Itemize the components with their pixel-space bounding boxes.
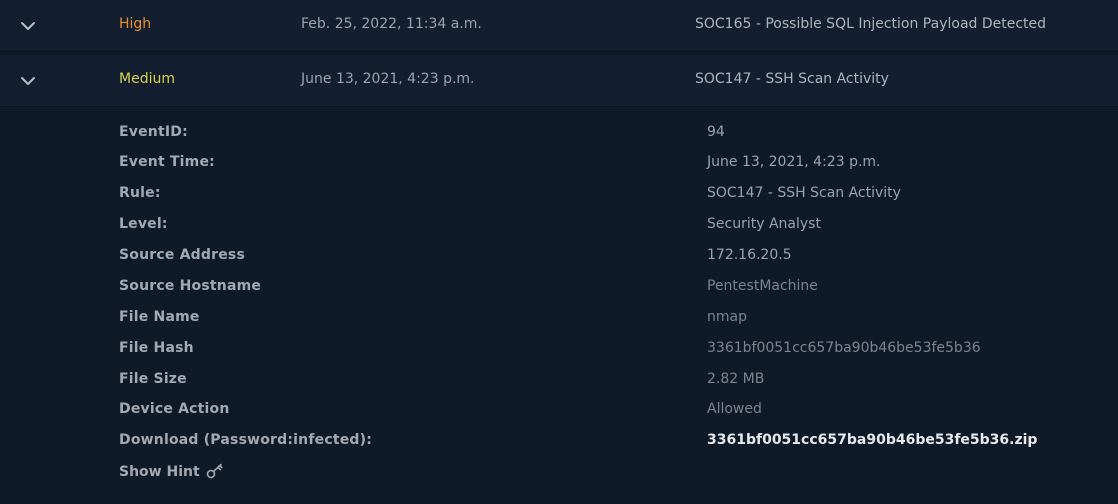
detail-row-source-hostname: Source Hostname PentestMachine <box>0 278 1118 300</box>
detail-value: 3361bf0051cc657ba90b46be53fe5b36 <box>707 340 981 356</box>
chevron-down-icon[interactable] <box>20 18 36 34</box>
alert-date: Feb. 25, 2022, 11:34 a.m. <box>301 16 482 32</box>
detail-value: PentestMachine <box>707 278 818 294</box>
detail-row-level: Level: Security Analyst <box>0 216 1118 238</box>
detail-value: Security Analyst <box>707 216 821 232</box>
alert-date: June 13, 2021, 4:23 p.m. <box>301 71 475 87</box>
detail-row-source-address: Source Address 172.16.20.5 <box>0 247 1118 269</box>
severity-badge: High <box>119 16 152 32</box>
alert-rule[interactable]: SOC147 - SSH Scan Activity <box>695 71 889 87</box>
detail-label: Download (Password:infected): <box>119 432 373 448</box>
detail-row-file-size: File Size 2.82 MB <box>0 371 1118 393</box>
alert-details-panel: EventID: 94 Event Time: June 13, 2021, 4… <box>0 108 1118 504</box>
detail-value: Allowed <box>707 401 762 417</box>
severity-badge: Medium <box>119 71 175 87</box>
detail-label: Device Action <box>119 401 230 417</box>
detail-label: Rule: <box>119 185 161 201</box>
alert-rule[interactable]: SOC165 - Possible SQL Injection Payload … <box>695 16 1046 32</box>
detail-label: EventID: <box>119 124 188 140</box>
detail-label: Source Address <box>119 247 245 263</box>
detail-row-file-hash: File Hash 3361bf0051cc657ba90b46be53fe5b… <box>0 340 1118 362</box>
key-icon <box>206 463 223 479</box>
alert-row[interactable]: High Feb. 25, 2022, 11:34 a.m. SOC165 - … <box>0 0 1118 52</box>
detail-value: June 13, 2021, 4:23 p.m. <box>707 154 881 170</box>
show-hint-button[interactable]: Show Hint <box>119 463 224 480</box>
detail-row-download: Download (Password:infected): 3361bf0051… <box>0 432 1118 454</box>
detail-value: 172.16.20.5 <box>707 247 792 263</box>
alert-list: High Feb. 25, 2022, 11:34 a.m. SOC165 - … <box>0 0 1118 504</box>
detail-value: 2.82 MB <box>707 371 765 387</box>
alert-row[interactable]: Medium June 13, 2021, 4:23 p.m. SOC147 -… <box>0 55 1118 107</box>
detail-label: Event Time: <box>119 154 215 170</box>
detail-label: File Hash <box>119 340 194 356</box>
detail-row-rule: Rule: SOC147 - SSH Scan Activity <box>0 185 1118 207</box>
detail-label: File Size <box>119 371 187 387</box>
download-link[interactable]: 3361bf0051cc657ba90b46be53fe5b36.zip <box>707 432 1037 448</box>
detail-value: 94 <box>707 124 725 140</box>
show-hint-label: Show Hint <box>119 464 200 480</box>
detail-row-event-id: EventID: 94 <box>0 124 1118 146</box>
chevron-down-icon[interactable] <box>20 73 36 89</box>
detail-row-event-time: Event Time: June 13, 2021, 4:23 p.m. <box>0 154 1118 176</box>
detail-value: nmap <box>707 309 747 325</box>
detail-label: File Name <box>119 309 200 325</box>
detail-value: SOC147 - SSH Scan Activity <box>707 185 901 201</box>
detail-row-file-name: File Name nmap <box>0 309 1118 331</box>
detail-label: Level: <box>119 216 168 232</box>
detail-label: Source Hostname <box>119 278 262 294</box>
detail-row-device-action: Device Action Allowed <box>0 401 1118 423</box>
